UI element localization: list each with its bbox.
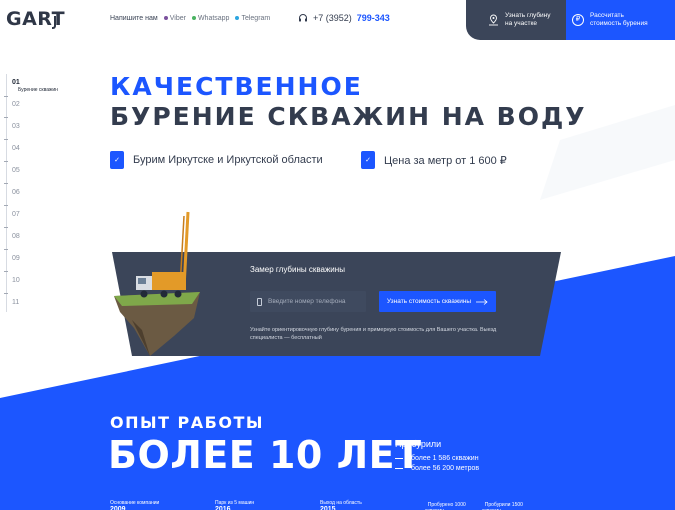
stat-item: Пробурено 1000 скважин 2019 (425, 496, 466, 510)
drilled-meters-text: более 56 200 метров (411, 465, 480, 472)
experience-title: ОПЫТ РАБОТЫ (110, 413, 264, 432)
nav-rail (6, 74, 7, 312)
logo[interactable]: GART (6, 8, 65, 30)
stat-item: Пробурили 1500 скважин 2020 (482, 496, 523, 510)
whatsapp-link[interactable]: Whatsapp (191, 15, 229, 22)
viber-link[interactable]: Viber (163, 15, 186, 22)
nav-tick (4, 249, 8, 250)
depth-button[interactable]: Узнать глубину на участке (466, 0, 568, 40)
drilled-wells: более 1 586 скважин (395, 455, 479, 462)
phone-prefix: +7 (3952) (313, 13, 352, 23)
drilled-label: Пробурили (395, 439, 442, 449)
telegram-dot-icon (235, 16, 240, 21)
nav-tick (4, 271, 8, 272)
feature-price: ✓ Цена за метр от 1 600 ₽ (361, 151, 507, 169)
nav-item-09[interactable]: 09 (12, 255, 20, 262)
drilled-wells-text: более 1 586 скважин (411, 455, 479, 462)
experience-years: БОЛЕЕ 10 ЛЕТ (108, 433, 422, 477)
phone-input[interactable]: Введите номер телефона (250, 291, 366, 312)
stat-value: 2016 (215, 506, 231, 510)
ruble-icon: ₽ (572, 14, 584, 26)
stat-value: 2009 (110, 506, 126, 510)
nav-tick (4, 293, 8, 294)
write-us-label: Напишите нам (110, 15, 158, 22)
nav-tick (4, 161, 8, 162)
depth-button-label: Узнать глубину на участке (505, 12, 551, 27)
headset-icon (299, 14, 307, 22)
stat-label: Пробурили 1500 скважин (482, 502, 523, 510)
nav-tick (4, 96, 8, 97)
form-title: Замер глубины скважины (250, 265, 345, 274)
logo-hook-icon (52, 16, 56, 29)
nav-item-04[interactable]: 04 (12, 145, 20, 152)
submit-cost-button[interactable]: Узнать стоимость скважины (379, 291, 496, 312)
nav-item-02[interactable]: 02 (12, 101, 20, 108)
location-pin-icon (489, 14, 498, 26)
nav-tick (4, 183, 8, 184)
nav-item-03[interactable]: 03 (12, 123, 20, 130)
stat-item: Парк из 5 машин 2016 (215, 500, 254, 510)
hero-title-accent: КАЧЕСТВЕННОЕ (110, 72, 363, 101)
stat-value: 2015 (320, 506, 336, 510)
nav-item-05[interactable]: 05 (12, 167, 20, 174)
submit-cost-label: Узнать стоимость скважины (386, 298, 472, 305)
nav-tick (4, 139, 8, 140)
phone-link[interactable]: +7 (3952) 799-343 (298, 13, 390, 23)
nav-tick (4, 205, 8, 206)
feature-price-text: Цена за метр от 1 600 ₽ (384, 154, 507, 167)
feature-region-text: Бурим Иркутске и Иркутской области (133, 154, 323, 166)
check-icon: ✓ (361, 151, 375, 169)
nav-item-10[interactable]: 10 (12, 277, 20, 284)
form-note: Узнайте ориентировочную глубину бурения … (250, 327, 497, 341)
stat-label: Пробурено 1000 скважин (425, 502, 466, 510)
nav-tick (4, 227, 8, 228)
check-icon: ✓ (110, 151, 124, 169)
nav-active-label: Бурение скважин (18, 87, 58, 93)
telegram-link[interactable]: Telegram (235, 15, 270, 22)
phone-number: 799-343 (356, 13, 390, 23)
cost-button-label: Рассчитать стоимость бурения (590, 12, 648, 27)
nav-item-01[interactable]: 01 (12, 79, 20, 86)
dash-icon (395, 468, 403, 469)
feature-region: ✓ Бурим Иркутске и Иркутской области (110, 151, 323, 169)
stat-item: Выход на область 2015 (320, 500, 362, 510)
drilled-meters: более 56 200 метров (395, 465, 479, 472)
hero-title: БУРЕНИЕ СКВАЖИН НА ВОДУ (110, 102, 587, 131)
arrow-right-icon (476, 298, 488, 305)
messenger-contacts: Напишите нам Viber Whatsapp Telegram (110, 15, 270, 22)
phone-input-placeholder: Введите номер телефона (268, 298, 346, 305)
stat-item: Основание компании 2009 (110, 500, 159, 510)
nav-item-06[interactable]: 06 (12, 189, 20, 196)
smartphone-icon (257, 297, 262, 306)
cost-button[interactable]: ₽ Рассчитать стоимость бурения (566, 0, 675, 40)
nav-item-07[interactable]: 07 (12, 211, 20, 218)
nav-item-08[interactable]: 08 (12, 233, 20, 240)
whatsapp-dot-icon (191, 16, 196, 21)
viber-dot-icon (163, 16, 168, 21)
drilling-rig-illustration (114, 211, 200, 356)
nav-tick (4, 117, 8, 118)
dash-icon (395, 458, 403, 459)
nav-item-11[interactable]: 11 (12, 299, 19, 306)
